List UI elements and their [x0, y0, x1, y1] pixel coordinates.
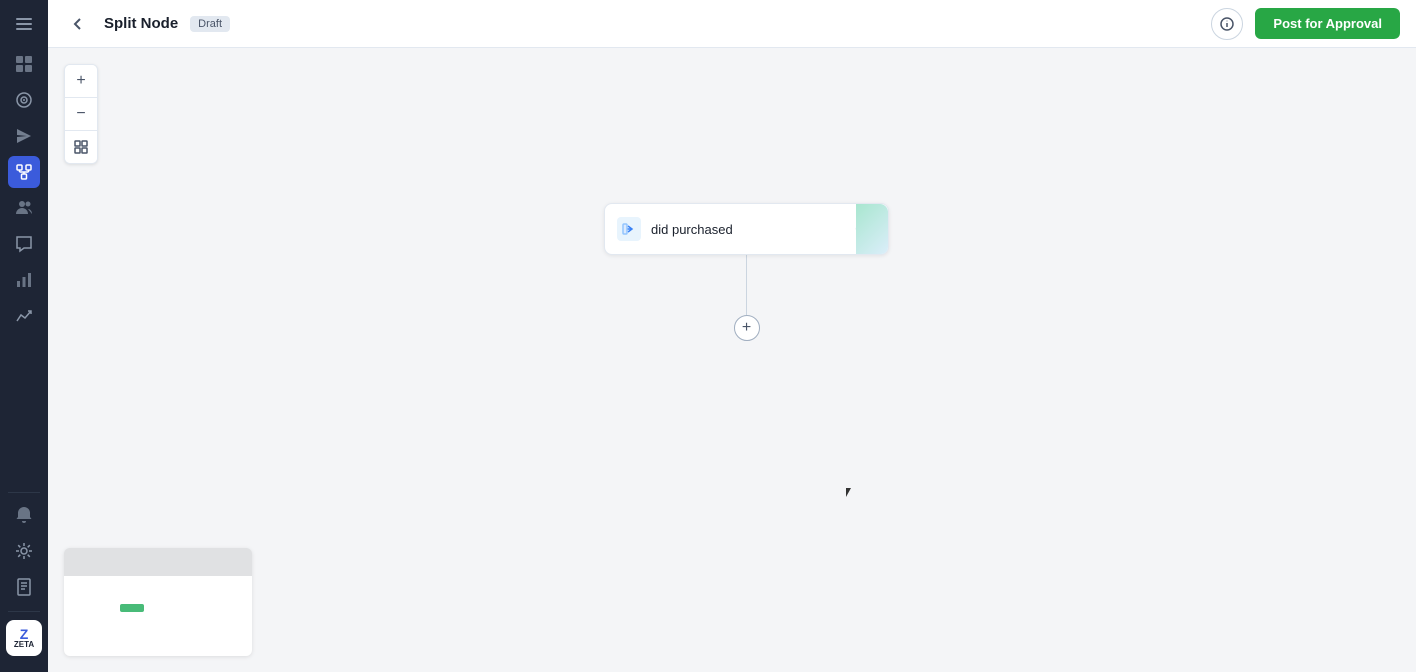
sidebar-item-flow[interactable]	[8, 156, 40, 188]
header: Split Node Draft Post for Approval	[48, 0, 1416, 48]
info-button[interactable]	[1211, 8, 1243, 40]
node-card[interactable]: did purchased ···	[604, 203, 889, 255]
page-title: Split Node	[104, 15, 178, 32]
sidebar-item-docs[interactable]	[8, 571, 40, 603]
sidebar-item-target[interactable]	[8, 84, 40, 116]
post-approval-button[interactable]: Post for Approval	[1255, 8, 1400, 39]
main-area: Split Node Draft Post for Approval + −	[48, 0, 1416, 672]
zoom-fit-button[interactable]	[65, 131, 97, 163]
zoom-controls: + −	[64, 64, 98, 164]
back-button[interactable]	[64, 10, 92, 38]
node-wrapper: did purchased ··· +	[604, 203, 889, 341]
node-icon	[617, 217, 641, 241]
connector-line	[746, 255, 747, 315]
add-node-button[interactable]: +	[734, 315, 760, 341]
sidebar-nav	[8, 44, 40, 486]
draft-badge: Draft	[190, 16, 230, 32]
node-label: did purchased	[651, 222, 844, 237]
sidebar-item-trends[interactable]	[8, 300, 40, 332]
sidebar-item-chat[interactable]	[8, 228, 40, 260]
minimap-body	[64, 576, 252, 656]
sidebar: Z ZETA	[0, 0, 48, 672]
zoom-out-button[interactable]: −	[65, 98, 97, 130]
minimap-node-indicator	[120, 604, 144, 612]
node-decoration	[856, 204, 888, 255]
sidebar-menu-toggle[interactable]	[8, 8, 40, 40]
minimap-header	[64, 548, 252, 576]
sidebar-item-analytics[interactable]	[8, 264, 40, 296]
cursor-indicator	[846, 488, 858, 500]
sidebar-item-people[interactable]	[8, 192, 40, 224]
zeta-logo[interactable]: Z ZETA	[6, 620, 42, 656]
minimap	[64, 548, 252, 656]
sidebar-item-send[interactable]	[8, 120, 40, 152]
canvas[interactable]: + −	[48, 48, 1416, 672]
sidebar-bottom: Z ZETA	[6, 499, 42, 664]
sidebar-item-integrations[interactable]	[8, 535, 40, 567]
sidebar-item-overview[interactable]	[8, 48, 40, 80]
sidebar-item-notifications[interactable]	[8, 499, 40, 531]
zoom-in-button[interactable]: +	[65, 65, 97, 97]
